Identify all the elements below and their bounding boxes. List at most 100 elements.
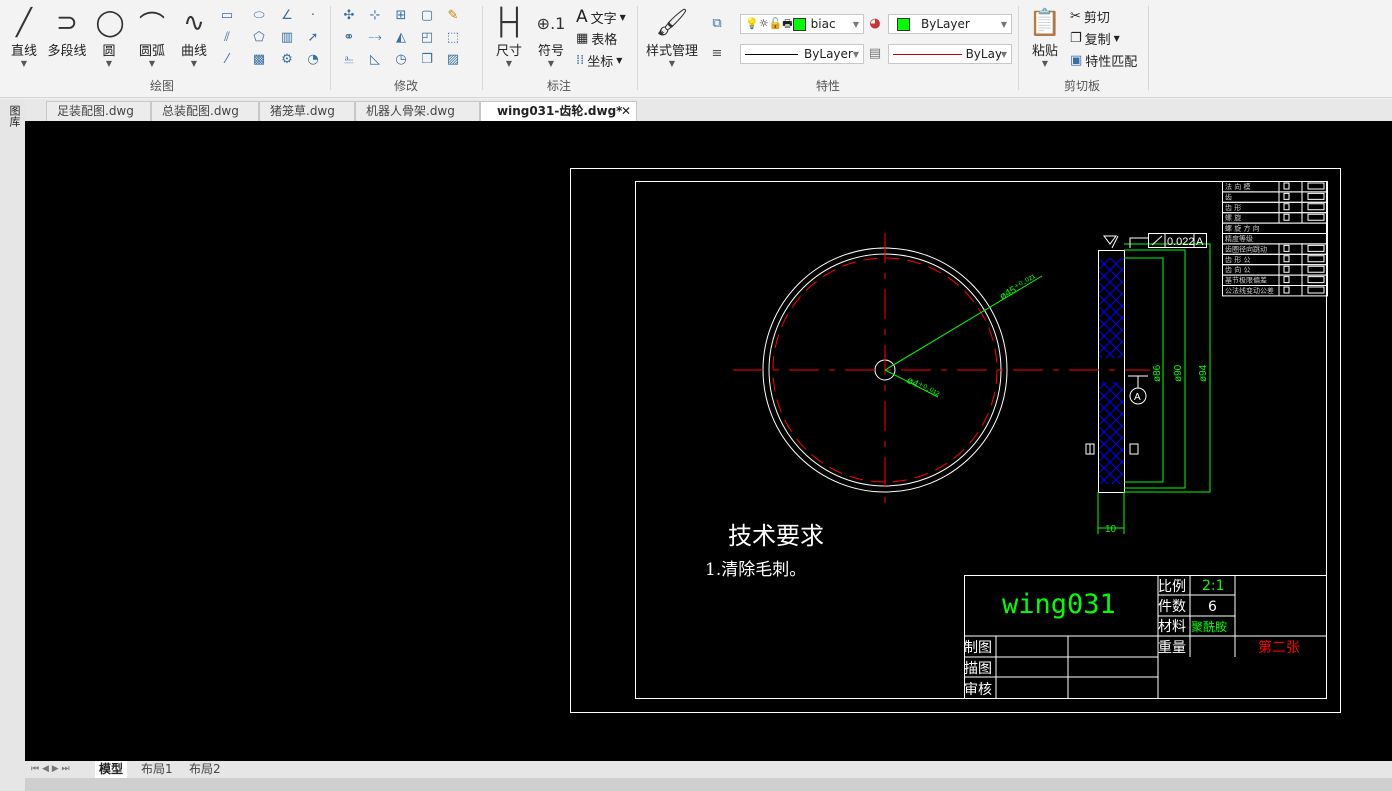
color-select[interactable]: ByLayer ▼ [888, 14, 1012, 34]
tol-table-label: 法 向 模 [1225, 182, 1250, 191]
side-panel: 图库 [0, 99, 25, 791]
text-button[interactable]: A 文字 ▼ [576, 7, 626, 27]
doc-tab-label: wing031-齿轮.dwg* [497, 104, 623, 118]
doc-tab-label: 猪笼草.dwg [270, 104, 335, 118]
spline-label: 曲线 [180, 44, 207, 59]
dim-90-text: ø90 [1173, 364, 1184, 382]
doc-tab[interactable]: 机器人骨架.dwg [355, 101, 480, 121]
copy-button[interactable]: ❐ 复制 ▼ [1070, 29, 1120, 48]
layer-select[interactable]: 💡☼🔓🖶 biac ▼ [740, 14, 864, 34]
lineweight-value: ByLayе [965, 47, 1001, 61]
doc-tab-active[interactable]: wing031-齿轮.dwg* ✕ [480, 101, 637, 121]
angle-icon[interactable]: ∠ [278, 7, 296, 25]
tol-table-label: 齿 向 公 [1225, 265, 1250, 274]
table-button[interactable]: ▦ 表格 [576, 29, 617, 48]
point-icon[interactable]: · [304, 7, 322, 25]
dimension-label: 尺寸 [495, 44, 522, 59]
doc-tab[interactable]: 足装配图.dwg [46, 101, 151, 121]
circle-label: 圆 [102, 44, 116, 59]
dim-94-text: ø94 [1198, 364, 1209, 382]
modify-group-label: 修改 [394, 79, 419, 93]
array-icon[interactable]: ⊞ [392, 7, 410, 25]
region-icon[interactable]: ⬠ [250, 29, 268, 47]
coordinate-label: 坐标 [587, 55, 614, 70]
layer-value: biac [810, 17, 836, 31]
linetype-value: ByLayer [804, 47, 853, 61]
doc-tab-label: 足装配图.dwg [57, 104, 134, 118]
coordinate-button[interactable]: ⁞⁞ 坐标 ▼ [576, 51, 622, 70]
explode-icon[interactable]: ❐ [418, 51, 436, 69]
spline-tool[interactable]: ∿ 曲线 ▼ [174, 6, 214, 68]
xline-icon[interactable]: ⁄ [218, 51, 236, 69]
text-label: 文字 [590, 11, 617, 27]
hatch-icon[interactable]: ▩ [250, 51, 268, 69]
style-manager-icon: 🖌 [655, 8, 689, 38]
dimension-tool[interactable]: ├┤ 尺寸 ▼ [490, 6, 528, 68]
boundary-icon[interactable]: ▥ [278, 29, 296, 47]
drawn-by-label: 制图 [964, 640, 992, 656]
polyline-tool[interactable]: ⊃ 多段线 [44, 6, 90, 59]
tab-layout1[interactable]: 布局1 [137, 761, 177, 778]
scale-label: 比例 [1158, 579, 1186, 595]
symbol-tool[interactable]: ⊕.1 符号 ▼ [532, 6, 570, 69]
line-label: 直线 [10, 44, 37, 59]
drawing-name: wing031 [1002, 589, 1116, 620]
polyline-label: 多段线 [47, 44, 87, 59]
scale-icon[interactable]: ◰ [418, 29, 436, 47]
arc-icon: ⌒ [138, 10, 165, 41]
tech-requirement-item: 1.清除毛刺。 [705, 560, 806, 580]
linetype-select[interactable]: ByLayer ▼ [740, 44, 864, 64]
tab-layout2[interactable]: 布局2 [185, 761, 225, 778]
paste-button[interactable]: 📋 粘贴 ▼ [1026, 6, 1064, 68]
move-icon[interactable]: ✣ [340, 7, 358, 25]
dim-inner-text: ø4⁺⁰·⁰¹² [905, 375, 942, 401]
doc-tab[interactable]: 猪笼草.dwg [259, 101, 355, 121]
drawing-canvas[interactable]: ø45⁺⁰·⁰²¹ ø4⁺⁰·⁰¹² ø86 ø90 ø94 10 0.022 … [25, 121, 1392, 761]
tab-model[interactable]: 模型 [95, 761, 128, 778]
cut-button[interactable]: ✂ 剪切 [1070, 7, 1110, 26]
library-panel-tab[interactable]: 图库 [6, 105, 22, 127]
arrow-icon[interactable]: ➚ [304, 29, 322, 47]
ellipse-icon[interactable]: ⬭ [250, 7, 268, 25]
extend-icon[interactable]: ⤍ [366, 29, 384, 47]
fillet-icon[interactable]: ◷ [392, 51, 410, 69]
chamfer-icon[interactable]: ◺ [366, 51, 384, 69]
scissors-icon: ✂ [1070, 9, 1081, 24]
edit-icon[interactable]: ▨ [444, 51, 462, 69]
trim-icon[interactable]: ⊹ [366, 7, 384, 25]
offset-icon[interactable]: ⬚ [444, 29, 462, 47]
properties-group-label: 特性 [816, 79, 841, 93]
mirror-icon[interactable]: ◭ [392, 29, 410, 47]
tab-scroll-buttons[interactable]: ⏮ ◀ ▶ ⏭ [27, 761, 74, 778]
copy-obj-icon[interactable]: ▢ [418, 7, 436, 25]
erase-icon[interactable]: ✎ [444, 7, 462, 25]
line-tool[interactable]: ╱ 直线 ▼ [6, 6, 42, 68]
color-value: ByLayer [921, 17, 970, 31]
tol-table-label: 基节极限偏差 [1225, 276, 1267, 285]
annotate-group-label: 标注 [547, 79, 572, 93]
match-properties-button[interactable]: ▣ 特性匹配 [1070, 51, 1137, 70]
rotate-icon[interactable]: ⚭ [340, 29, 358, 47]
stretch-icon[interactable]: ⎁ [340, 51, 358, 69]
weight-label: 重量 [1158, 640, 1186, 656]
linetype-scale-icon[interactable]: ▤ [866, 45, 884, 63]
doc-tab[interactable]: 总装配图.dwg [151, 101, 259, 121]
multiline-icon[interactable]: ⫽ [218, 29, 236, 47]
tol-table-label: 齿 形 公 [1225, 256, 1250, 264]
polyline-icon: ⊃ [56, 8, 78, 38]
dim-86-text: ø86 [1152, 364, 1163, 382]
layer-properties-icon[interactable]: ⧉ [708, 15, 726, 33]
wipeout-icon[interactable]: ◔ [304, 51, 322, 69]
close-icon[interactable]: ✕ [621, 102, 631, 121]
arc-tool[interactable]: ⌒ 圆弧 ▼ [132, 6, 172, 69]
hatch-bottom [1099, 382, 1124, 484]
circle-tool[interactable]: ◯ 圆 ▼ [92, 6, 126, 68]
gear-icon[interactable]: ⚙ [278, 51, 296, 69]
lineweight-select[interactable]: ByLayе▼ [888, 44, 1012, 64]
color-wheel-icon[interactable]: ◕ [866, 15, 884, 33]
style-manager-button[interactable]: 🖌 样式管理 ▼ [644, 6, 700, 68]
lineweight-icon[interactable]: ≡ [708, 45, 726, 63]
rectangle-icon[interactable]: ▭ [218, 7, 236, 25]
tolerance-value: 0.022 [1167, 236, 1195, 248]
text-icon: A [576, 7, 588, 27]
